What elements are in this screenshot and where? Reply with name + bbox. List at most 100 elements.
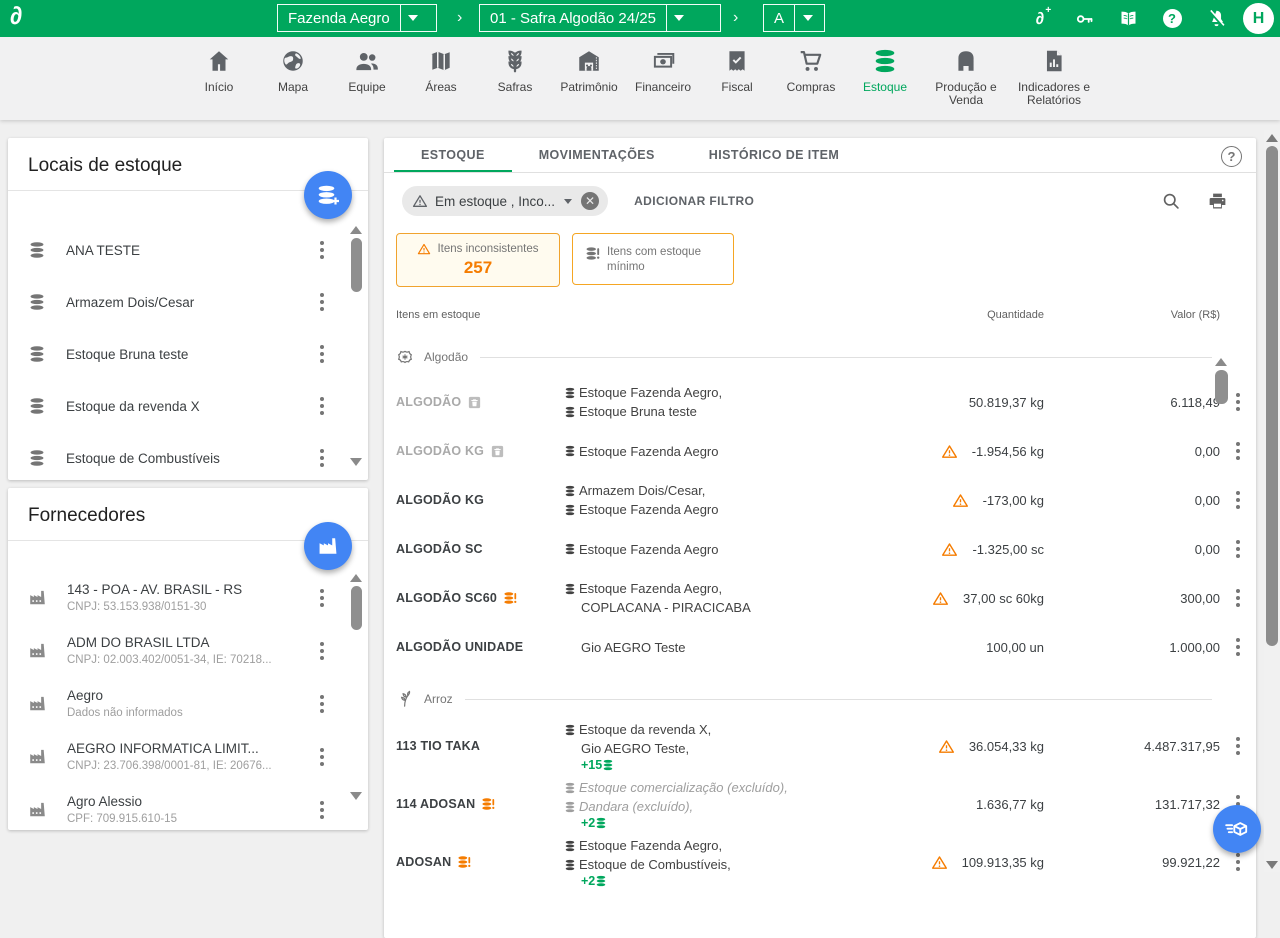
stock-movement-fab[interactable] (1213, 805, 1261, 853)
table-row[interactable]: ALGODÃO SC60 Estoque Fazenda Aegro, COPL… (384, 571, 1256, 625)
item-menu-button[interactable] (320, 345, 324, 363)
fornecedores-scrollbar-down[interactable] (350, 788, 362, 800)
stock-location-item[interactable]: Estoque de Combustíveis (8, 432, 368, 484)
locais-scrollbar[interactable] (350, 226, 362, 292)
row-menu-button[interactable] (1236, 589, 1240, 607)
table-row[interactable]: ADOSAN Estoque Fazenda Aegro, Estoque de… (384, 833, 1256, 891)
nav-item-mapa[interactable]: Mapa (256, 48, 330, 94)
supplier-item[interactable]: 143 - POA - AV. BRASIL - RS CNPJ: 53.153… (8, 571, 368, 624)
fornecedores-scrollbar[interactable] (350, 574, 362, 630)
table-row[interactable]: ALGODÃO KG Estoque Fazenda Aegro -1.954,… (384, 429, 1256, 473)
add-stock-location-button[interactable] (304, 171, 352, 219)
farm-selector-caret[interactable] (400, 5, 426, 31)
harvest-selector[interactable]: 01 - Safra Algodão 24/25 (479, 4, 721, 32)
nav-item-financeiro[interactable]: Financeiro (626, 48, 700, 94)
table-row[interactable]: ALGODÃO UNIDADE Gio AEGRO Teste 100,00 u… (384, 625, 1256, 669)
stock-location-item[interactable]: Armazem Dois/Cesar (8, 276, 368, 328)
row-menu-button[interactable] (1236, 540, 1240, 558)
scroll-up-icon[interactable] (1215, 358, 1227, 366)
table-row[interactable]: ALGODÃO SC Estoque Fazenda Aegro -1.325,… (384, 527, 1256, 571)
user-avatar[interactable]: H (1243, 3, 1274, 34)
admin-key-button[interactable] (1072, 7, 1096, 31)
row-menu-button[interactable] (1236, 853, 1240, 871)
tab-historico-de-item[interactable]: HISTÓRICO DE ITEM (682, 138, 866, 172)
supplier-item[interactable]: Aegro Dados não informados (8, 677, 368, 730)
row-menu-button[interactable] (1236, 393, 1240, 411)
nav-item-indicadores[interactable]: Indicadores e Relatórios (1010, 48, 1098, 107)
more-locations-badge[interactable]: +2 (581, 816, 844, 830)
scrollbar-thumb[interactable] (1215, 370, 1228, 404)
item-menu-button[interactable] (320, 241, 324, 259)
tab-estoque[interactable]: ESTOQUE (394, 138, 512, 172)
nav-item-inicio[interactable]: Início (182, 48, 256, 94)
stack-icon (602, 759, 614, 771)
row-menu-button[interactable] (1236, 638, 1240, 656)
add-supplier-button[interactable] (304, 522, 352, 570)
more-locations-badge[interactable]: +15 (581, 758, 844, 772)
table-row[interactable]: ALGODÃO Estoque Fazenda Aegro, Estoque B… (384, 375, 1256, 429)
plot-selector[interactable]: A (763, 4, 825, 32)
row-menu-button[interactable] (1236, 442, 1240, 460)
harvest-selector-caret[interactable] (666, 5, 692, 31)
warning-icon (941, 443, 958, 460)
stock-location-item[interactable]: Estoque da revenda X (8, 380, 368, 432)
supplier-item[interactable]: ADM DO BRASIL LTDA CNPJ: 02.003.402/0051… (8, 624, 368, 677)
item-menu-button[interactable] (320, 695, 324, 713)
item-menu-button[interactable] (320, 449, 324, 467)
nav-item-safras[interactable]: Safras (478, 48, 552, 94)
notifications-muted-button[interactable] (1204, 7, 1228, 31)
nav-item-compras[interactable]: Compras (774, 48, 848, 94)
page-scrollbar[interactable] (1264, 130, 1280, 872)
scrollbar-thumb[interactable] (1266, 146, 1278, 646)
map-icon (428, 48, 454, 74)
item-menu-button[interactable] (320, 801, 324, 819)
scroll-up-icon[interactable] (350, 226, 362, 234)
plot-selector-caret[interactable] (794, 5, 820, 31)
row-menu-button[interactable] (1236, 737, 1240, 755)
table-row[interactable]: ALGODÃO KG Armazem Dois/Cesar, Estoque F… (384, 473, 1256, 527)
item-menu-button[interactable] (320, 397, 324, 415)
more-locations-badge[interactable]: +2 (581, 874, 844, 888)
item-menu-button[interactable] (320, 748, 324, 766)
nav-item-fiscal[interactable]: Fiscal (700, 48, 774, 94)
nav-item-equipe[interactable]: Equipe (330, 48, 404, 94)
item-menu-button[interactable] (320, 642, 324, 660)
scroll-up-icon[interactable] (1266, 134, 1278, 142)
scroll-down-icon[interactable] (1266, 861, 1278, 869)
scrollbar-thumb[interactable] (351, 586, 362, 630)
knowledge-base-button[interactable] (1116, 7, 1140, 31)
value: 1.000,00 (1044, 640, 1220, 655)
supplier-item[interactable]: AEGRO INFORMATICA LIMIT... CNPJ: 23.706.… (8, 730, 368, 783)
invite-user-button[interactable]: ∂+ (1028, 7, 1052, 31)
supplier-item[interactable]: Agro Alessio CPF: 709.915.610-15 (8, 783, 368, 836)
active-filter-chip[interactable]: Em estoque , Inco... ✕ (402, 186, 608, 216)
item-menu-button[interactable] (320, 293, 324, 311)
item-menu-button[interactable] (320, 589, 324, 607)
nav-item-patrimonio[interactable]: Patrimônio (552, 48, 626, 94)
nav-item-estoque[interactable]: Estoque (848, 48, 922, 94)
print-button[interactable] (1207, 191, 1228, 212)
scrollbar-thumb[interactable] (351, 238, 362, 292)
nav-item-areas[interactable]: Áreas (404, 48, 478, 94)
farm-selector[interactable]: Fazenda Aegro (277, 4, 437, 32)
table-row[interactable]: 114 ADOSAN Estoque comercialização (excl… (384, 775, 1256, 833)
panel-help-button[interactable]: ? (1221, 146, 1242, 167)
quantity: 37,00 sc 60kg (963, 591, 1044, 606)
tab-movimentacoes[interactable]: MOVIMENTAÇÕES (512, 138, 682, 172)
remove-filter-button[interactable]: ✕ (581, 192, 599, 210)
inconsistent-items-card[interactable]: Itens inconsistentes 257 (396, 233, 560, 287)
scroll-down-icon[interactable] (350, 792, 362, 800)
table-row[interactable]: 113 TIO TAKA Estoque da revenda X, Gio A… (384, 717, 1256, 775)
minimum-stock-card[interactable]: Itens com estoque mínimo (572, 233, 734, 285)
search-button[interactable] (1161, 191, 1181, 211)
scroll-down-icon[interactable] (350, 458, 362, 466)
nav-item-producao-venda[interactable]: Produção e Venda (922, 48, 1010, 107)
stock-location-item[interactable]: Estoque Bruna teste (8, 328, 368, 380)
row-menu-button[interactable] (1236, 491, 1240, 509)
list-scrollbar[interactable] (1214, 358, 1228, 404)
help-button[interactable]: ? (1160, 7, 1184, 31)
scroll-up-icon[interactable] (350, 574, 362, 582)
locais-scrollbar-down[interactable] (350, 454, 362, 466)
stock-location-item[interactable]: ANA TESTE (8, 224, 368, 276)
add-filter-button[interactable]: ADICIONAR FILTRO (634, 194, 754, 208)
